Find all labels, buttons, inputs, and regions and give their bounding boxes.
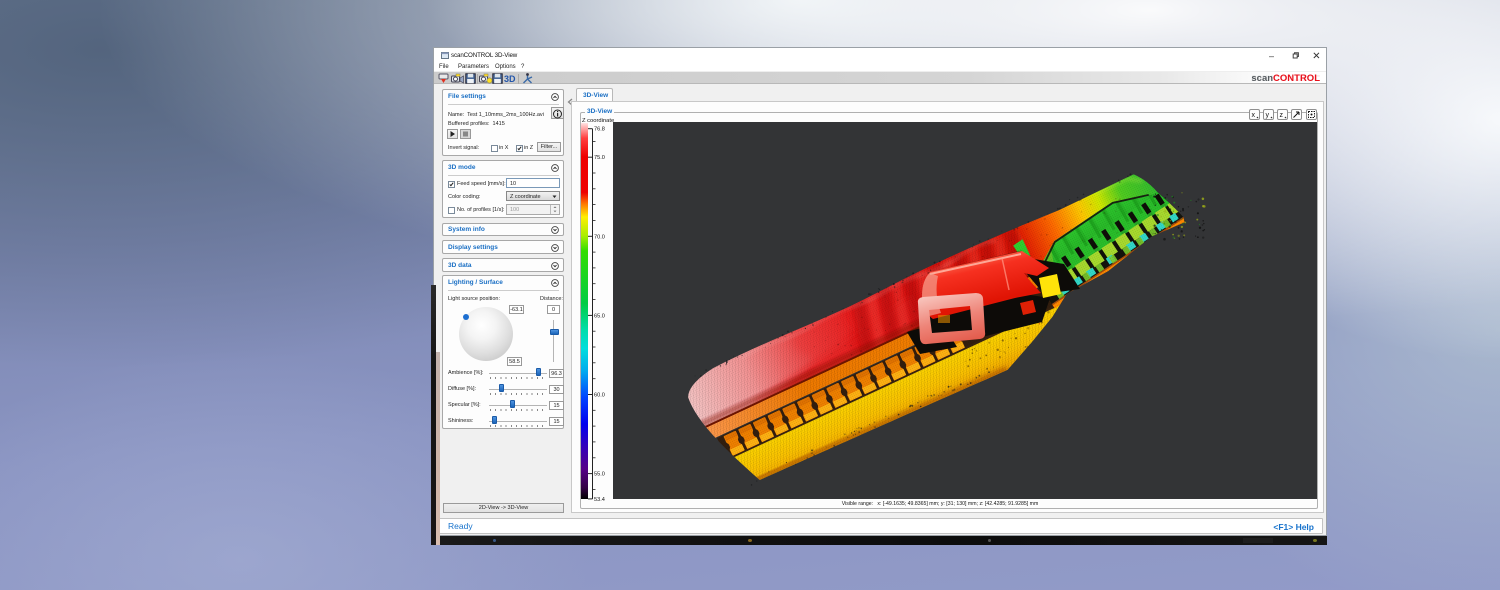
svg-text:3D: 3D — [504, 74, 516, 84]
svg-text:y: y — [1266, 112, 1270, 119]
svg-text:x: x — [1252, 112, 1256, 119]
svg-text:60.0: 60.0 — [594, 393, 605, 399]
svg-text:65.0: 65.0 — [594, 313, 605, 319]
svg-text:z: z — [1280, 112, 1284, 119]
svg-text:75.0: 75.0 — [594, 155, 605, 161]
svg-text:70.0: 70.0 — [594, 234, 605, 240]
svg-text:76.8: 76.8 — [594, 127, 605, 133]
svg-text:55.0: 55.0 — [594, 472, 605, 478]
